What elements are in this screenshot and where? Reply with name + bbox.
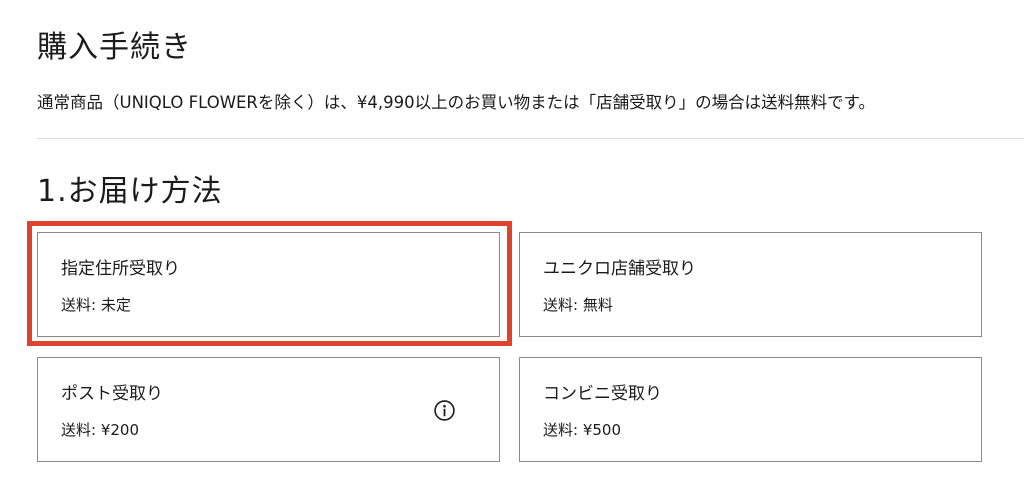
free-shipping-note: 通常商品（UNIQLO FLOWERを除く）は、¥4,990以上のお買い物または…	[37, 93, 875, 112]
delivery-option-home-address[interactable]: 指定住所受取り 送料: 未定	[37, 232, 500, 337]
delivery-option-fee: 送料: ¥200	[61, 421, 139, 439]
page-title: 購入手続き	[37, 30, 192, 65]
delivery-option-label: 指定住所受取り	[61, 259, 180, 279]
delivery-option-label: コンビニ受取り	[543, 384, 662, 404]
delivery-option-post-pickup[interactable]: ポスト受取り 送料: ¥200	[37, 357, 500, 462]
info-circle-icon[interactable]	[434, 400, 455, 421]
delivery-option-label: ユニクロ店舗受取り	[543, 259, 696, 279]
delivery-option-convenience-store[interactable]: コンビニ受取り 送料: ¥500	[519, 357, 982, 462]
section-divider	[37, 138, 1024, 139]
delivery-option-label: ポスト受取り	[61, 384, 163, 404]
delivery-option-fee: 送料: ¥500	[543, 421, 621, 439]
delivery-option-fee: 送料: 未定	[61, 296, 131, 314]
delivery-option-store-pickup[interactable]: ユニクロ店舗受取り 送料: 無料	[519, 232, 982, 337]
delivery-option-fee: 送料: 無料	[543, 296, 613, 314]
delivery-method-title: 1.お届け方法	[37, 174, 223, 209]
